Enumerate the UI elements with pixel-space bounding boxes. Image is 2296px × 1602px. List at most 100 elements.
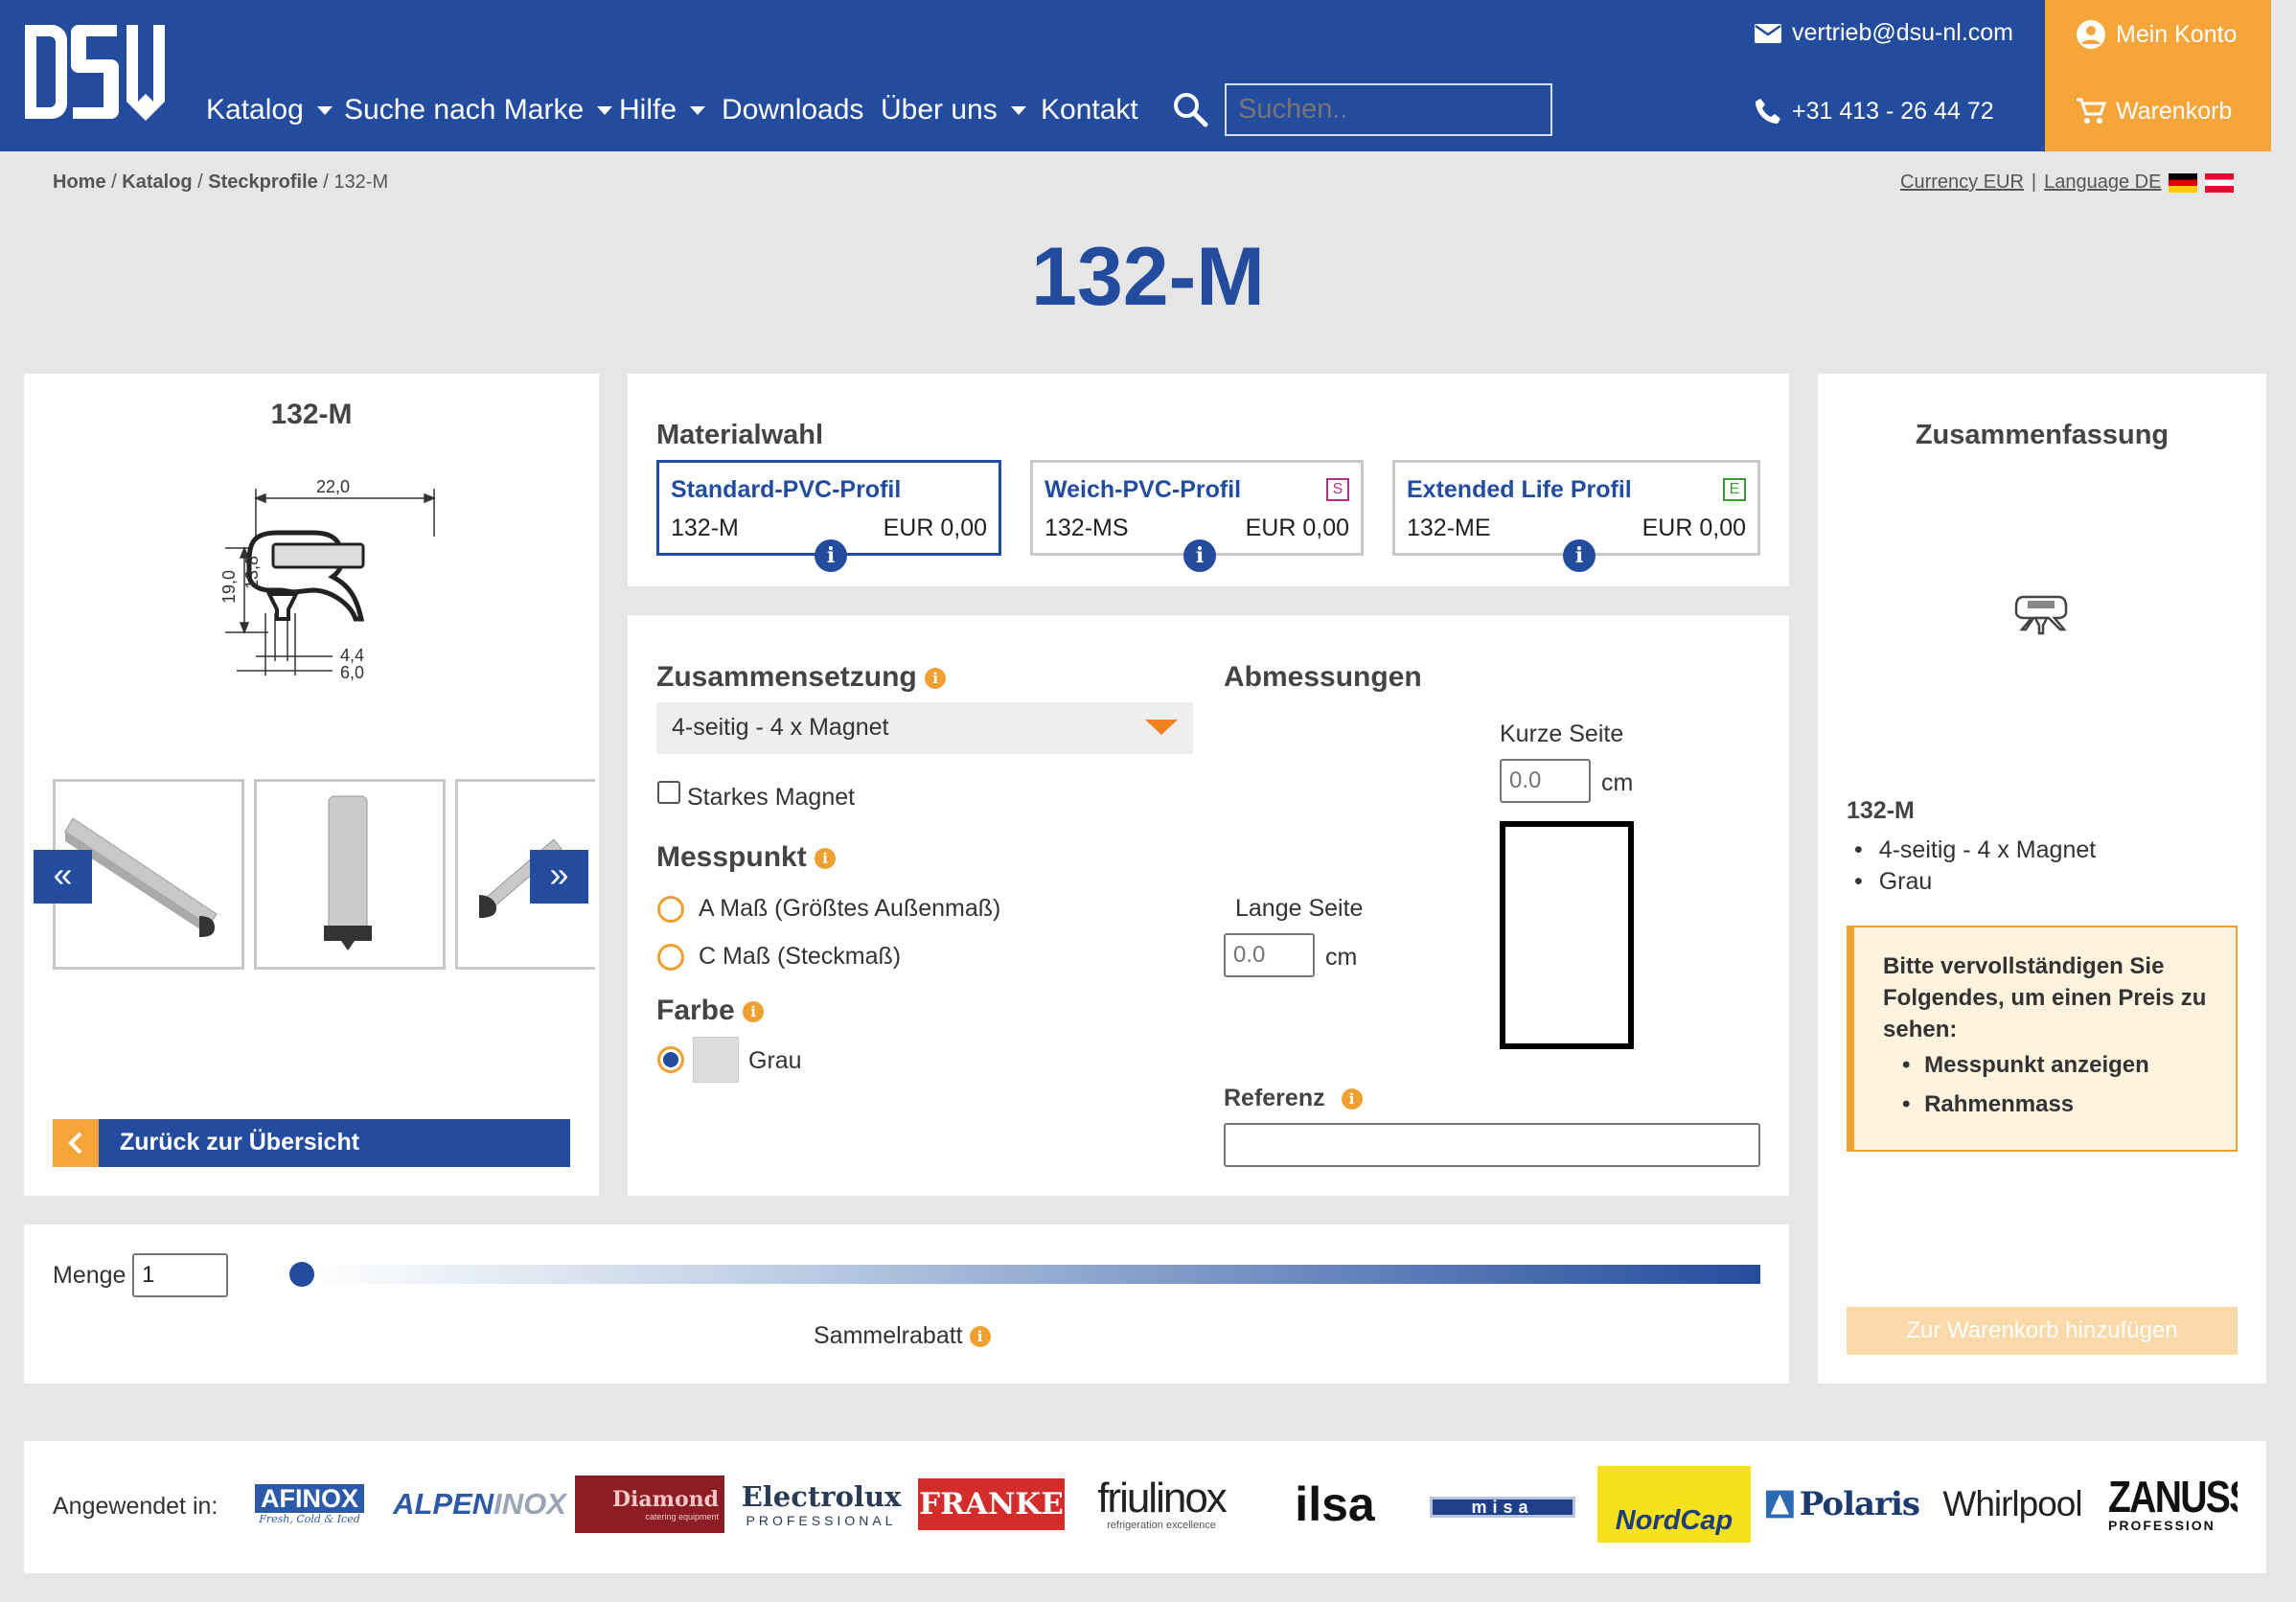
reference-label-text: Referenz xyxy=(1224,1085,1325,1111)
language-link[interactable]: Language DE xyxy=(2044,172,2161,194)
brand-logo-ilsa[interactable]: ilsa xyxy=(1273,1466,1397,1543)
inox-text: INOX xyxy=(494,1487,566,1521)
nav-ueber-uns[interactable]: Über uns xyxy=(881,94,1026,126)
search-input[interactable] xyxy=(1225,83,1552,136)
brand-logo-electrolux[interactable]: Electrolux PROFESSIONAL xyxy=(742,1466,902,1543)
dsu-logo[interactable] xyxy=(21,23,176,123)
measure-a-radio[interactable] xyxy=(657,896,684,923)
breadcrumb-home[interactable]: Home xyxy=(53,172,106,193)
account-label: Mein Konto xyxy=(2116,20,2238,48)
friulinox-tagline: refrigeration excellence xyxy=(1107,1520,1216,1531)
brands-label: Angewendet in: xyxy=(53,1493,218,1520)
info-icon[interactable]: i xyxy=(815,848,837,870)
info-icon[interactable]: i xyxy=(743,1001,765,1023)
info-icon[interactable]: i xyxy=(1341,1088,1363,1110)
brand-logo-alpeninox[interactable]: ALPEN INOX xyxy=(393,1466,566,1543)
material-option-extended[interactable]: Extended Life Profil E 132-ME EUR 0,00 i xyxy=(1392,460,1760,572)
flag-de-icon[interactable] xyxy=(2169,172,2198,193)
breadcrumb-katalog[interactable]: Katalog xyxy=(122,172,192,193)
composition-value: 4-seitig - 4 x Magnet xyxy=(672,714,889,741)
brand-logo-afinox[interactable]: AFINOX Fresh, Cold & Iced xyxy=(233,1466,386,1543)
diamond-tagline: catering equipment xyxy=(645,1512,719,1522)
add-to-cart-label: Zur Warenkorb hinzufügen xyxy=(1906,1317,2178,1343)
phone-link[interactable]: +31 413 - 26 44 72 xyxy=(1754,97,1994,126)
color-grey-radio[interactable] xyxy=(657,1046,684,1073)
nav-suche-nach-marke[interactable]: Suche nach Marke xyxy=(344,94,613,126)
price-notice-item: • Rahmenmass xyxy=(1902,1091,2075,1117)
quantity-label: Menge xyxy=(53,1262,126,1289)
quantity-input[interactable] xyxy=(132,1253,228,1297)
nav-katalog[interactable]: Katalog xyxy=(206,94,333,126)
short-side-input[interactable] xyxy=(1500,759,1591,803)
summary-item: • Grau xyxy=(1854,868,1933,895)
nordcap-text: NordCap xyxy=(1615,1505,1733,1536)
info-icon[interactable]: i xyxy=(969,1326,991,1348)
nav-hilfe[interactable]: Hilfe xyxy=(619,94,706,126)
color-label: Farbe i xyxy=(656,995,765,1027)
flag-at-icon[interactable] xyxy=(2205,172,2235,193)
discount-slider-handle[interactable] xyxy=(289,1262,314,1287)
dim-width-label: 22,0 xyxy=(316,477,350,496)
price-notice-item: • Messpunkt anzeigen xyxy=(1902,1052,2149,1078)
alpen-text: ALPEN xyxy=(393,1487,494,1521)
nav-kontakt[interactable]: Kontakt xyxy=(1041,94,1138,126)
brand-logo-franke[interactable]: FRANKE xyxy=(918,1478,1065,1530)
info-icon[interactable]: i xyxy=(1563,539,1596,572)
nav-downloads[interactable]: Downloads xyxy=(722,94,863,126)
email-link[interactable]: vertrieb@dsu-nl.com xyxy=(1754,19,2013,47)
info-icon[interactable]: i xyxy=(815,539,847,572)
breadcrumb-steckprofile[interactable]: Steckprofile xyxy=(208,172,317,193)
phone-icon xyxy=(1756,99,1780,124)
brand-logo-zanussi[interactable]: ZANUSS PROFESSION xyxy=(2108,1466,2238,1543)
discount-label-text: Sammelrabatt xyxy=(814,1322,963,1349)
dim-depth2-label: 6,0 xyxy=(340,663,364,682)
material-option-weich[interactable]: Weich-PVC-Profil S 132-MS EUR 0,00 i xyxy=(1030,460,1364,572)
brand-logo-friulinox[interactable]: friulinox refrigeration excellence xyxy=(1080,1466,1243,1543)
reference-label: Referenz i xyxy=(1224,1085,1363,1112)
page-title: 132-M xyxy=(1031,231,1265,323)
back-to-overview-button[interactable]: Zurück zur Übersicht xyxy=(53,1119,570,1167)
afinox-tagline: Fresh, Cold & Iced xyxy=(259,1512,360,1525)
brand-logo-misa[interactable]: misa xyxy=(1430,1497,1575,1518)
measure-c-radio[interactable] xyxy=(657,944,684,971)
diamond-text: Diamond xyxy=(611,1487,719,1512)
info-icon[interactable]: i xyxy=(1183,539,1216,572)
back-to-overview-label: Zurück zur Übersicht xyxy=(120,1129,360,1156)
reference-input[interactable] xyxy=(1224,1123,1760,1167)
account-button[interactable]: Mein Konto xyxy=(2076,19,2237,50)
dim-height-label: 19,0 xyxy=(219,570,239,604)
nav-marke-label: Suche nach Marke xyxy=(344,94,585,126)
add-to-cart-button[interactable]: Zur Warenkorb hinzufügen xyxy=(1847,1307,2238,1355)
search-icon[interactable] xyxy=(1171,90,1209,128)
locale-separator: | xyxy=(2031,172,2037,193)
currency-link[interactable]: Currency EUR xyxy=(1900,172,2024,194)
material-name: Weich-PVC-Profil xyxy=(1045,476,1242,503)
brand-logo-diamond[interactable]: Diamond catering equipment xyxy=(575,1476,724,1533)
color-swatch-grey[interactable] xyxy=(693,1037,739,1083)
thumbnail-2[interactable] xyxy=(254,779,446,970)
thumbnail-strip xyxy=(53,779,595,974)
brand-logo-whirlpool[interactable]: Whirlpool xyxy=(1936,1466,2089,1543)
measure-point-label-text: Messpunkt xyxy=(656,841,807,873)
prev-image-button[interactable]: « xyxy=(34,850,92,904)
next-image-button[interactable]: » xyxy=(530,850,588,904)
nav-hilfe-label: Hilfe xyxy=(619,94,677,126)
whirlpool-text: Whirlpool xyxy=(1942,1484,2082,1523)
material-option-standard[interactable]: Standard-PVC-Profil 132-M EUR 0,00 i xyxy=(656,460,1001,572)
brand-logo-polaris[interactable]: Polaris xyxy=(1766,1466,1920,1543)
long-side-input[interactable] xyxy=(1224,933,1315,977)
brand-logo-nordcap[interactable]: NordCap xyxy=(1597,1466,1751,1543)
cart-icon xyxy=(2077,98,2106,124)
afinox-text: AFINOX xyxy=(260,1483,358,1513)
profile-thumbnail-icon xyxy=(2014,595,2068,635)
info-icon[interactable]: i xyxy=(925,668,947,690)
composition-select[interactable]: 4-seitig - 4 x Magnet xyxy=(656,702,1193,754)
quantity-panel xyxy=(24,1224,1789,1384)
price-notice-item-text: Messpunkt anzeigen xyxy=(1924,1052,2149,1078)
franke-text: FRANKE xyxy=(919,1487,1064,1522)
cart-button[interactable]: Warenkorb xyxy=(2076,97,2232,126)
dim-inner-height-label: 13,8 xyxy=(242,556,262,589)
strong-magnet-checkbox[interactable] xyxy=(657,781,680,804)
short-side-unit: cm xyxy=(1601,769,1634,796)
mail-icon xyxy=(1755,23,1781,43)
